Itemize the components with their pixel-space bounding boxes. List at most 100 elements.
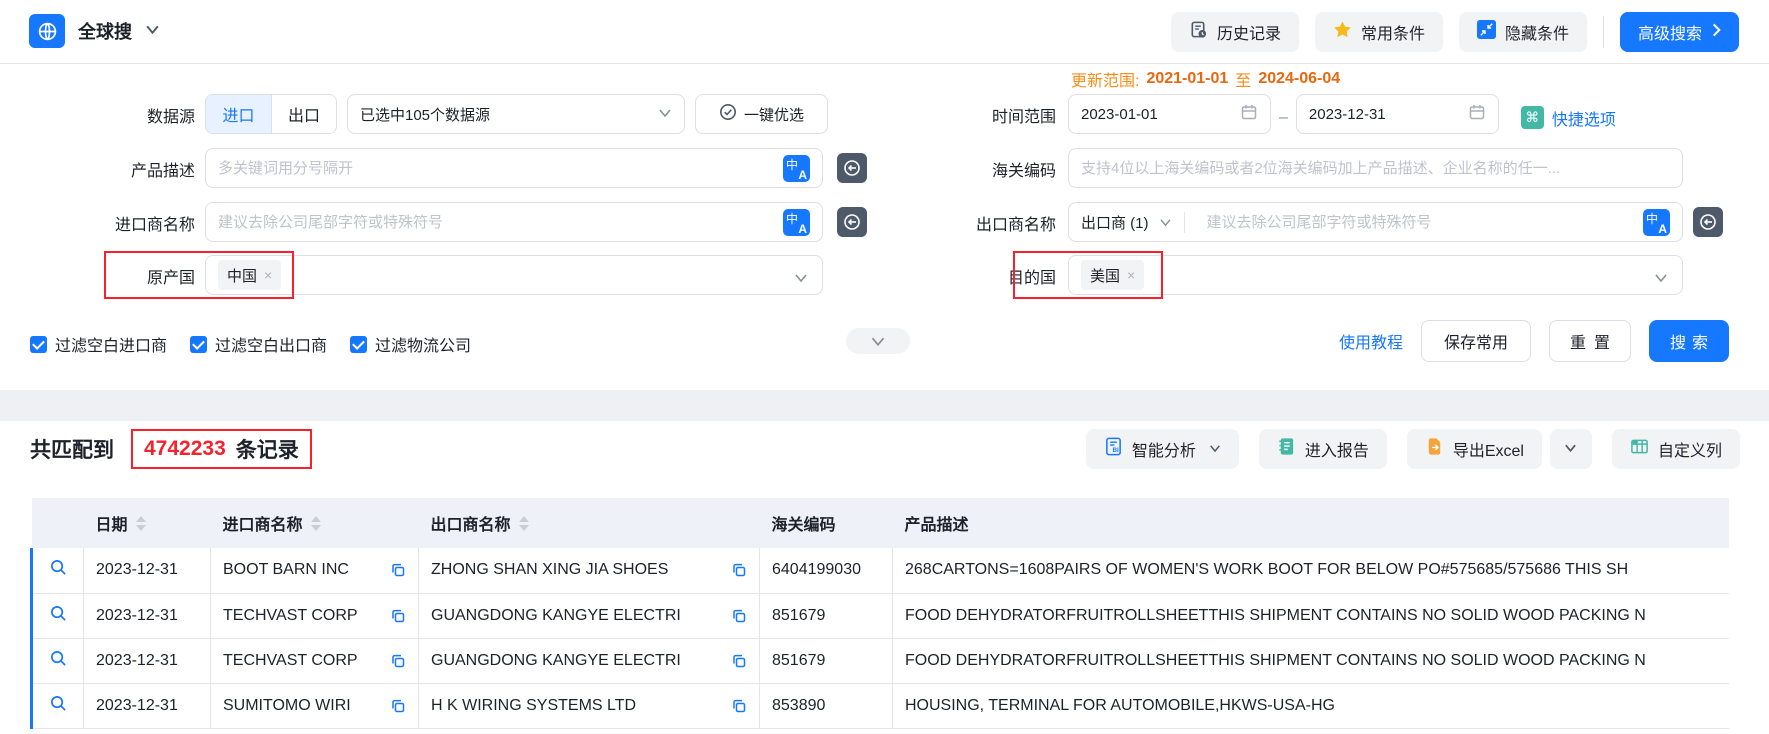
table-row[interactable]: 2023-12-31 TECHVAST CORP GUANGDONG KANGY…: [30, 638, 1729, 684]
copy-icon[interactable]: [731, 653, 747, 669]
cell-description: HOUSING, TERMINAL FOR AUTOMOBILE,HKWS-US…: [905, 696, 1335, 714]
remove-tag-icon[interactable]: ×: [1127, 267, 1135, 283]
column-header-exporter[interactable]: 出口商名称: [418, 498, 760, 548]
column-header-description: 产品描述: [892, 498, 1729, 548]
cell-date: 2023-12-31: [96, 561, 178, 579]
custom-columns-button[interactable]: 自定义列: [1611, 429, 1740, 469]
importer-field: 中 A: [205, 202, 823, 242]
dest-country-label: 目的国: [1007, 270, 1056, 287]
remove-tag-icon[interactable]: ×: [264, 267, 272, 283]
history-button[interactable]: 历史记录: [1170, 12, 1299, 52]
table-row[interactable]: 2023-12-31 BOOT BARN INC ZHONG SHAN XING…: [30, 548, 1729, 594]
checkbox-icon[interactable]: [190, 335, 208, 353]
copy-icon[interactable]: [390, 608, 406, 624]
cell-hs-code: 6404199030: [772, 561, 861, 579]
exclude-filter-icon[interactable]: [837, 153, 867, 183]
exporter-field: 出口商 (1) 中 A: [1068, 202, 1683, 242]
table-row[interactable]: 2023-12-31 TECHVAST CORP GUANGDONG KANGY…: [30, 593, 1729, 639]
hs-code-label: 海关编码: [991, 163, 1056, 180]
start-date-input[interactable]: [1068, 94, 1271, 134]
update-start-date: 2021-01-01: [1146, 70, 1229, 87]
cell-importer: BOOT BARN INC: [223, 561, 349, 579]
one-click-optimize-button[interactable]: 一键优选: [695, 94, 828, 134]
globe-icon: [29, 14, 65, 48]
sort-icon[interactable]: [518, 515, 529, 531]
results-summary: 共匹配到 4742233 条记录: [30, 428, 312, 470]
quick-options-button[interactable]: ⌘ 快捷选项: [1520, 99, 1616, 130]
enter-report-button[interactable]: 进入报告: [1258, 429, 1387, 469]
origin-country-label: 原产国: [146, 270, 195, 287]
end-date-input[interactable]: [1295, 94, 1499, 134]
filter-checkbox[interactable]: 过滤空白进口商: [30, 332, 167, 356]
advanced-search-button[interactable]: 高级搜索: [1619, 12, 1739, 52]
hs-code-input[interactable]: [1081, 159, 1670, 177]
favorites-button[interactable]: 常用条件: [1314, 12, 1443, 52]
filter-checkbox[interactable]: 过滤物流公司: [350, 332, 471, 356]
cell-hs-code: 853890: [772, 696, 826, 714]
cell-description: FOOD DEHYDRATORFRUITROLLSHEETTHIS SHIPME…: [905, 651, 1646, 669]
importer-input[interactable]: [218, 213, 773, 231]
exporter-label: 出口商名称: [975, 217, 1056, 234]
cell-hs-code: 851679: [772, 651, 826, 669]
export-excel-button[interactable]: 导出Excel: [1406, 429, 1542, 469]
exclude-filter-icon[interactable]: [1693, 207, 1723, 237]
calendar-icon: [1468, 103, 1486, 126]
column-header-importer[interactable]: 进口商名称: [210, 498, 419, 548]
tutorial-link[interactable]: 使用教程: [1339, 329, 1403, 353]
checkbox-icon[interactable]: [30, 335, 47, 353]
chevron-down-icon[interactable]: [145, 22, 160, 40]
exporter-input[interactable]: [1206, 213, 1633, 231]
checkbox-icon[interactable]: [350, 335, 368, 353]
shortcut-icon: ⌘: [1520, 106, 1544, 129]
copy-icon[interactable]: [731, 562, 747, 578]
results-table: 日期 进口商名称 出口商名称 海关编码 产品描述 2023-12-31 BOOT…: [30, 498, 1729, 729]
column-header-hs-code: 海关编码: [759, 498, 893, 548]
bi-analysis-icon: BI: [1104, 437, 1123, 461]
hide-conditions-button[interactable]: 隐藏条件: [1458, 12, 1587, 52]
sort-icon[interactable]: [135, 515, 146, 531]
copy-icon[interactable]: [390, 653, 406, 669]
cell-exporter: H K WIRING SYSTEMS LTD: [431, 696, 637, 714]
sort-icon[interactable]: [310, 515, 321, 531]
exclude-filter-icon[interactable]: [837, 207, 867, 237]
chevron-down-icon: [1209, 440, 1221, 458]
filter-checkbox[interactable]: 过滤空白出口商: [190, 332, 327, 356]
copy-icon[interactable]: [390, 562, 406, 578]
save-conditions-button[interactable]: 保存常用: [1421, 320, 1531, 362]
filter-checkboxes: 过滤空白进口商 过滤空白出口商 过滤物流公司: [30, 332, 471, 356]
dest-country-select[interactable]: 美国 ×: [1068, 255, 1683, 295]
update-range: 更新范围: 2021-01-01 至 2024-06-04: [1071, 70, 1341, 90]
tab-import[interactable]: 进口: [206, 95, 271, 133]
search-button[interactable]: 搜索: [1649, 320, 1729, 362]
collapse-form-button[interactable]: [846, 328, 910, 354]
origin-country-select[interactable]: 中国 ×: [205, 255, 823, 295]
smart-analysis-button[interactable]: BI 智能分析: [1085, 429, 1239, 469]
view-detail-icon[interactable]: [50, 695, 67, 712]
exporter-type-select[interactable]: 出口商 (1): [1081, 211, 1185, 233]
copy-icon[interactable]: [731, 608, 747, 624]
export-options-button[interactable]: [1549, 429, 1592, 469]
copy-icon[interactable]: [390, 698, 406, 714]
cell-description: 268CARTONS=1608PAIRS OF WOMEN'S WORK BOO…: [905, 561, 1629, 579]
cell-description: FOOD DEHYDRATORFRUITROLLSHEETTHIS SHIPME…: [905, 606, 1646, 624]
copy-icon[interactable]: [731, 698, 747, 714]
divider: [1602, 16, 1604, 48]
view-detail-icon[interactable]: [50, 650, 67, 667]
hs-code-field: [1068, 148, 1683, 188]
translate-icon[interactable]: 中 A: [783, 154, 810, 182]
time-range-label: 时间范围: [991, 109, 1056, 126]
view-detail-icon[interactable]: [50, 605, 67, 622]
view-detail-icon[interactable]: [50, 559, 67, 576]
product-desc-field: 中 A: [205, 148, 823, 188]
cell-date: 2023-12-31: [96, 651, 178, 669]
data-source-select[interactable]: 已选中105个数据源: [347, 94, 685, 134]
product-desc-input[interactable]: [218, 159, 773, 177]
translate-icon[interactable]: 中 A: [1643, 208, 1670, 236]
translate-icon[interactable]: 中 A: [783, 208, 810, 236]
column-header-date[interactable]: 日期: [83, 498, 211, 548]
app-brand: 全球搜: [29, 14, 160, 48]
search-panel: 更新范围: 2021-01-01 至 2024-06-04 数据源 进口 出口 …: [0, 64, 1769, 390]
table-row[interactable]: 2023-12-31 SUMITOMO WIRI H K WIRING SYST…: [30, 683, 1729, 729]
tab-export[interactable]: 出口: [271, 95, 336, 133]
reset-button[interactable]: 重置: [1549, 320, 1631, 362]
